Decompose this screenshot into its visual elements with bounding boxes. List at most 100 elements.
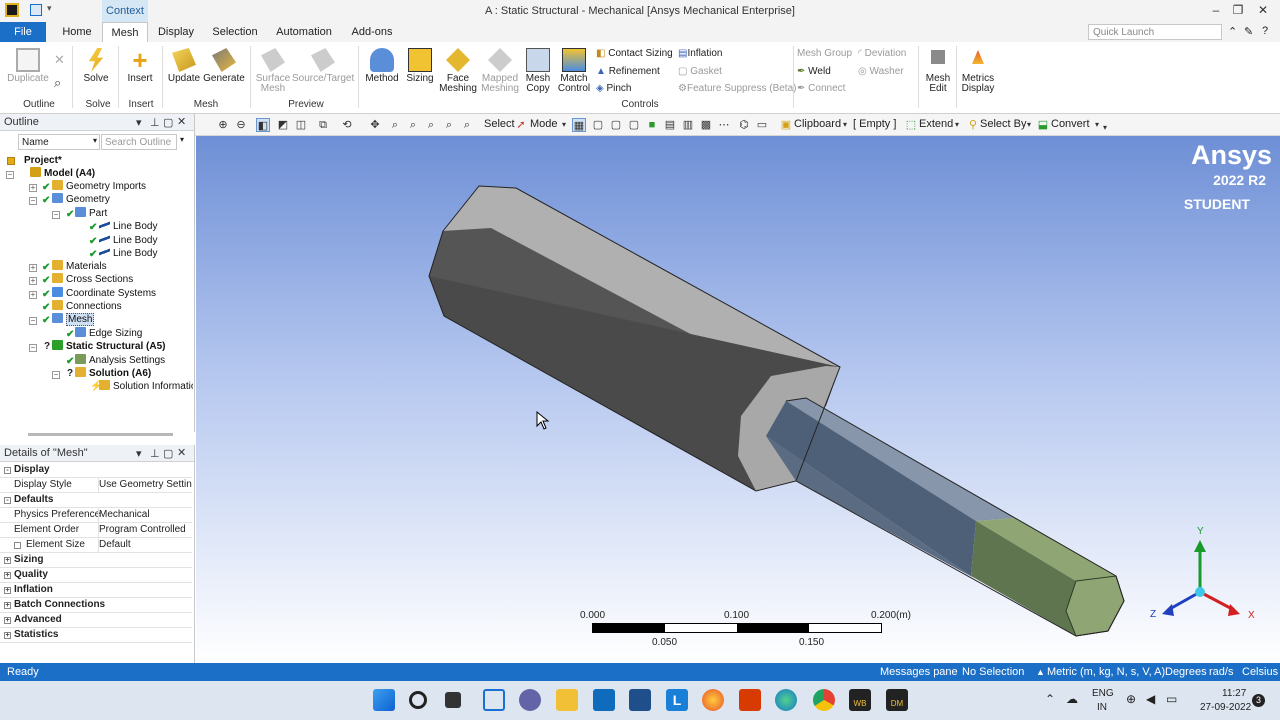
tree-model[interactable]: Model (A4) <box>30 167 95 180</box>
horizontal-scrollbar[interactable] <box>28 433 173 436</box>
store-icon[interactable] <box>629 689 651 711</box>
tab-selection[interactable]: Selection <box>208 22 262 42</box>
generate-button[interactable]: Generate <box>203 48 245 84</box>
search-options-icon[interactable]: ▾ <box>180 135 184 144</box>
tab-home[interactable]: Home <box>56 22 98 42</box>
expand-icon[interactable]: + <box>4 557 11 564</box>
pin-icon[interactable]: ▾ <box>136 116 142 129</box>
find-icon[interactable]: ⌕ <box>54 75 61 91</box>
tree-coordinate-systems[interactable]: Coordinate Systems <box>52 287 156 300</box>
rads-button[interactable]: rad/s <box>1209 666 1233 678</box>
tab-display[interactable]: Display <box>154 22 198 42</box>
task-view-icon[interactable] <box>445 692 461 708</box>
empty-clipboard-label[interactable]: [ Empty ] <box>853 118 896 130</box>
clock-date[interactable]: 27-09-2022 <box>1200 702 1251 713</box>
chat-icon[interactable] <box>519 689 541 711</box>
details-category[interactable]: + Quality <box>0 568 192 583</box>
clipboard-dropdown[interactable]: Clipboard <box>794 118 841 130</box>
expand-icon[interactable]: + <box>4 602 11 609</box>
details-category[interactable]: + Sizing <box>0 553 192 568</box>
select-adjacent-icon[interactable]: ⌬ <box>737 118 751 132</box>
globe-icon[interactable]: ⊕ <box>1126 692 1136 706</box>
tab-automation[interactable]: Automation <box>272 22 336 42</box>
select-extend-icon[interactable]: ⋯ <box>717 118 731 132</box>
tree-line-body-1[interactable]: Line Body <box>99 220 157 233</box>
close-panel-icon[interactable]: ✕ <box>177 446 186 459</box>
mail-icon[interactable] <box>593 689 615 711</box>
app-l-icon[interactable]: L <box>666 689 688 711</box>
checkbox[interactable] <box>14 542 21 549</box>
method-button[interactable]: Method <box>362 48 402 84</box>
collapse-icon[interactable]: − <box>29 197 37 205</box>
gasket-button[interactable]: ▢ Gasket <box>678 66 722 77</box>
rotate-icon[interactable]: ⟲ <box>340 118 354 132</box>
extend-dropdown[interactable]: Extend <box>919 118 953 130</box>
autohide-icon[interactable]: ⊥ <box>150 116 160 129</box>
details-value[interactable]: Use Geometry Setting <box>98 478 192 492</box>
select-element-icon[interactable]: ▤ <box>663 118 677 132</box>
edit-icon[interactable]: ✎ <box>1244 25 1253 38</box>
zoom-to-fit-icon[interactable]: ⌕ <box>424 118 438 132</box>
temperature-button[interactable]: Celsius <box>1242 666 1278 678</box>
select-face-icon[interactable]: ▢ <box>609 118 623 132</box>
select-by-dropdown[interactable]: Select By <box>980 118 1026 130</box>
tree-geometry-imports[interactable]: Geometry Imports <box>52 180 146 193</box>
details-category[interactable]: + Inflation <box>0 583 192 598</box>
details-row[interactable]: Display Style Use Geometry Setting <box>0 478 192 493</box>
edge-icon[interactable] <box>775 689 797 711</box>
details-row[interactable]: Element Size Default <box>0 538 192 553</box>
previous-view-icon[interactable]: ⌕ <box>460 118 474 132</box>
select-vertex-icon[interactable]: ▦ <box>572 118 586 132</box>
wireframe-icon[interactable]: ◫ <box>294 118 308 132</box>
volume-icon[interactable]: ◀ <box>1146 692 1155 706</box>
zoom-icon[interactable]: ⌕ <box>388 118 402 132</box>
tree-edge-sizing[interactable]: Edge Sizing <box>75 327 142 340</box>
tab-file[interactable]: File <box>0 22 46 42</box>
details-value[interactable]: Mechanical <box>98 508 192 522</box>
collapse-ribbon-icon[interactable]: ⌃ <box>1228 25 1237 38</box>
office-icon[interactable] <box>739 689 761 711</box>
collapse-icon[interactable]: − <box>29 317 37 325</box>
axis-triad[interactable] <box>1146 526 1256 626</box>
show-hidden-icons-icon[interactable]: ⌃ <box>1045 692 1055 706</box>
expand-icon[interactable]: + <box>4 632 11 639</box>
select-element-face-icon[interactable]: ▥ <box>681 118 695 132</box>
collapse-icon[interactable]: − <box>29 344 37 352</box>
language-bottom[interactable]: IN <box>1097 702 1107 713</box>
language-top[interactable]: ENG <box>1092 688 1114 699</box>
solve-button[interactable]: Solve <box>78 48 114 84</box>
pinch-button[interactable]: ◈ Pinch <box>596 83 631 94</box>
mesh-copy-button[interactable]: Mesh Copy <box>522 48 554 94</box>
minimize-button[interactable]: – <box>1205 3 1227 19</box>
tree-line-body-2[interactable]: Line Body <box>99 234 157 247</box>
details-value[interactable]: Default <box>98 538 192 552</box>
collapse-icon[interactable]: − <box>52 371 60 379</box>
details-row[interactable]: Element Order Program Controlled <box>0 523 192 538</box>
expand-icon[interactable]: + <box>4 617 11 624</box>
magnifier-icon[interactable]: ⌕ <box>442 118 456 132</box>
maximize-icon[interactable]: ▢ <box>163 116 173 129</box>
iso-view-icon[interactable]: ◧ <box>256 118 270 132</box>
select-all-icon[interactable]: ▭ <box>755 118 769 132</box>
mesh-group-button[interactable]: Mesh Group <box>797 48 852 59</box>
pin-icon[interactable]: ▾ <box>136 447 142 460</box>
graphics-viewport[interactable]: Ansys 2022 R2 STUDENT 0.000 0.100 0.200 … <box>196 136 1280 663</box>
insert-button[interactable]: + Insert <box>122 47 158 84</box>
tree-connections[interactable]: Connections <box>52 300 122 313</box>
tree-line-body-3[interactable]: Line Body <box>99 247 157 260</box>
update-button[interactable]: Update <box>165 48 203 84</box>
details-value[interactable]: Program Controlled <box>98 523 192 537</box>
tree-analysis-settings[interactable]: Analysis Settings <box>75 354 165 367</box>
battery-icon[interactable]: ▭ <box>1166 692 1177 706</box>
select-body-icon[interactable]: ▢ <box>627 118 641 132</box>
delete-icon[interactable]: ✕ <box>54 52 65 68</box>
source-target-button[interactable]: Source/Target <box>292 48 354 84</box>
restore-button[interactable]: ❐ <box>1227 3 1249 19</box>
select-node-icon[interactable]: ■ <box>645 118 659 132</box>
chrome-icon[interactable] <box>813 689 835 711</box>
close-button[interactable]: ✕ <box>1252 3 1274 19</box>
details-category[interactable]: - Defaults <box>0 493 192 508</box>
details-category[interactable]: - Display <box>0 463 192 478</box>
clock-time[interactable]: 11:27 <box>1222 688 1246 699</box>
geometry-model[interactable] <box>196 136 1280 663</box>
